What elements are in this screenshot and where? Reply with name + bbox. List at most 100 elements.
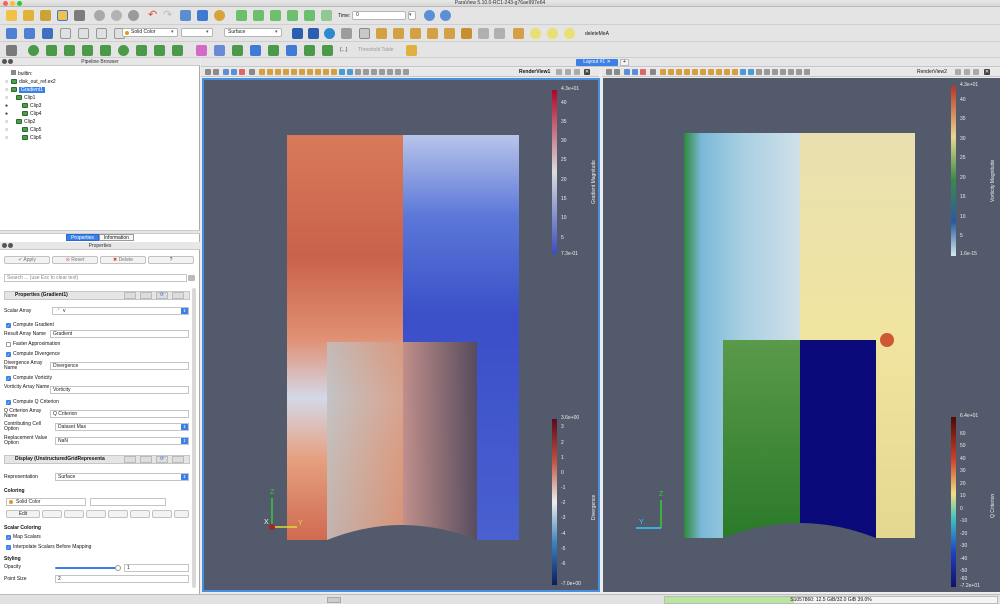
macro-icon-2[interactable] bbox=[530, 28, 541, 39]
view2-plus-icon[interactable] bbox=[740, 69, 746, 75]
view2-minus-icon[interactable] bbox=[748, 69, 754, 75]
view2-select-frustum-icon[interactable] bbox=[676, 69, 682, 75]
slice-icon[interactable] bbox=[60, 28, 71, 39]
view1-tag-icon[interactable] bbox=[379, 69, 385, 75]
representation-select[interactable]: Surface ⇕ bbox=[55, 473, 189, 481]
bar-chart-icon[interactable] bbox=[286, 45, 297, 56]
opacity-slider-handle[interactable] bbox=[115, 565, 121, 571]
rescale-custom-icon[interactable] bbox=[64, 510, 84, 518]
clip-icon[interactable] bbox=[42, 28, 53, 39]
extract-level-icon[interactable] bbox=[172, 45, 183, 56]
view-minus-y-icon[interactable] bbox=[410, 28, 421, 39]
zoom-to-data-icon[interactable] bbox=[424, 10, 435, 21]
tree-item-clip2[interactable]: ○ Clip2 bbox=[4, 118, 35, 126]
opacity-input[interactable]: 1 bbox=[124, 564, 189, 572]
tree-item-clip1[interactable]: ○ Clip1 bbox=[4, 94, 35, 102]
view1-minus-icon[interactable] bbox=[347, 69, 353, 75]
view2-split-h-button[interactable] bbox=[955, 69, 961, 75]
show-colorbar-icon[interactable] bbox=[130, 510, 150, 518]
integrate-variables-icon[interactable] bbox=[304, 45, 315, 56]
coloring-array-select[interactable]: Solid Color bbox=[6, 498, 86, 506]
view2-split-vertical-icon[interactable] bbox=[614, 69, 620, 75]
play-icon[interactable] bbox=[270, 10, 281, 21]
rotate-90-ccw-icon[interactable] bbox=[494, 28, 505, 39]
contour-filter-icon[interactable] bbox=[82, 45, 93, 56]
contributing-cell-select[interactable]: Dataset Max ⇕ bbox=[55, 423, 189, 431]
properties-scrollbar[interactable] bbox=[192, 288, 196, 588]
compute-vorticity-checkbox[interactable]: ✓ bbox=[6, 376, 11, 381]
view-plus-y-icon[interactable] bbox=[393, 28, 404, 39]
macro-icon-3[interactable] bbox=[547, 28, 558, 39]
compute-q-criterion-checkbox[interactable]: ✓ bbox=[6, 400, 11, 405]
ruler-icon[interactable] bbox=[406, 45, 417, 56]
view1-select-cells-icon[interactable] bbox=[259, 69, 265, 75]
stream-tracer-icon[interactable] bbox=[118, 45, 129, 56]
view1-interaction-icon[interactable] bbox=[249, 69, 255, 75]
faster-approximation-checkbox[interactable] bbox=[6, 342, 11, 347]
loop-icon[interactable] bbox=[321, 10, 332, 21]
render-view-2[interactable]: 4.3e+01 40 35 30 25 20 15 10 5 1.6e-15 V… bbox=[603, 78, 1000, 592]
vorticity-array-name-input[interactable]: Vorticity bbox=[50, 386, 189, 394]
close-tab-icon[interactable]: ✕ bbox=[607, 59, 611, 65]
last-frame-icon[interactable] bbox=[304, 10, 315, 21]
restore-defaults-icon[interactable]: ⟳ bbox=[156, 456, 168, 463]
view1-ruler-icon[interactable] bbox=[363, 69, 369, 75]
probe-icon[interactable] bbox=[196, 45, 207, 56]
view1-split-horizontal-icon[interactable] bbox=[205, 69, 211, 75]
view2-interactive-select-icon[interactable] bbox=[700, 69, 706, 75]
visibility-toggle[interactable]: ● bbox=[4, 110, 9, 118]
tab-information[interactable]: Information bbox=[98, 234, 134, 241]
visibility-toggle[interactable]: ○ bbox=[4, 78, 9, 86]
zoom-closest-icon[interactable] bbox=[440, 10, 451, 21]
view1-select-block-icon[interactable] bbox=[291, 69, 297, 75]
view1-select-frustum-icon[interactable] bbox=[275, 69, 281, 75]
q-criterion-array-name-input[interactable]: Q Criterion bbox=[50, 410, 189, 418]
reset-view-icon[interactable] bbox=[292, 28, 303, 39]
view1-box-icon[interactable] bbox=[395, 69, 401, 75]
orientation-axes-icon[interactable] bbox=[341, 28, 352, 39]
reset-camera-icon[interactable] bbox=[180, 10, 191, 21]
view1-close-icon[interactable]: ✕ bbox=[584, 69, 590, 75]
color-palette-icon[interactable] bbox=[174, 510, 189, 518]
save-defaults-icon[interactable] bbox=[172, 292, 184, 299]
advanced-gear-icon[interactable] bbox=[188, 275, 195, 281]
view-plus-x-icon[interactable] bbox=[359, 28, 370, 39]
calculator-icon[interactable] bbox=[6, 28, 17, 39]
view1-clear-selection-icon[interactable] bbox=[331, 69, 337, 75]
render-view-1[interactable]: 4.3e+01 40 35 30 25 20 15 10 5 7.3e-01 G… bbox=[202, 78, 600, 592]
open-file-icon[interactable] bbox=[23, 10, 34, 21]
rescale-temporal-icon[interactable] bbox=[108, 510, 128, 518]
visibility-toggle[interactable]: ○ bbox=[4, 86, 9, 94]
opacity-slider[interactable] bbox=[55, 567, 119, 569]
redo-icon[interactable]: ↷ bbox=[163, 10, 174, 21]
coloring-select[interactable]: Solid Color ▾ bbox=[122, 28, 178, 37]
threshold-filter-icon[interactable] bbox=[64, 45, 75, 56]
time-field[interactable]: 0 bbox=[352, 11, 406, 20]
save-data-icon[interactable] bbox=[40, 10, 51, 21]
macro-icon-1[interactable] bbox=[513, 28, 524, 39]
view2-tag-icon[interactable] bbox=[780, 69, 786, 75]
view2-shrink-selection-icon[interactable] bbox=[724, 69, 730, 75]
rescale-icon[interactable] bbox=[42, 510, 62, 518]
view2-cube-icon[interactable] bbox=[788, 69, 794, 75]
view1-select-polygon-icon[interactable] bbox=[283, 69, 289, 75]
compute-divergence-checkbox[interactable]: ✓ bbox=[6, 352, 11, 357]
view-minus-z-icon[interactable] bbox=[444, 28, 455, 39]
view1-split-h-button[interactable] bbox=[556, 69, 562, 75]
view1-select-points-icon[interactable] bbox=[267, 69, 273, 75]
undo-icon[interactable]: ↶ bbox=[148, 10, 159, 21]
visibility-toggle[interactable]: ○ bbox=[4, 118, 9, 126]
panel-controls[interactable] bbox=[2, 243, 14, 251]
replacement-value-select[interactable]: NaN ⇕ bbox=[55, 437, 189, 445]
view1-plus-icon[interactable] bbox=[339, 69, 345, 75]
view1-grow-selection-icon[interactable] bbox=[315, 69, 321, 75]
group-datasets-icon[interactable] bbox=[154, 45, 165, 56]
view1-camera-icon[interactable] bbox=[239, 69, 245, 75]
view2-pointer-icon[interactable] bbox=[756, 69, 762, 75]
plot-over-line-icon[interactable] bbox=[214, 45, 225, 56]
restore-defaults-icon[interactable]: ⟳ bbox=[156, 292, 168, 299]
previous-frame-icon[interactable] bbox=[253, 10, 264, 21]
view1-cube-icon[interactable] bbox=[387, 69, 393, 75]
copy-icon[interactable] bbox=[124, 456, 136, 463]
extract-subset-icon[interactable] bbox=[96, 28, 107, 39]
